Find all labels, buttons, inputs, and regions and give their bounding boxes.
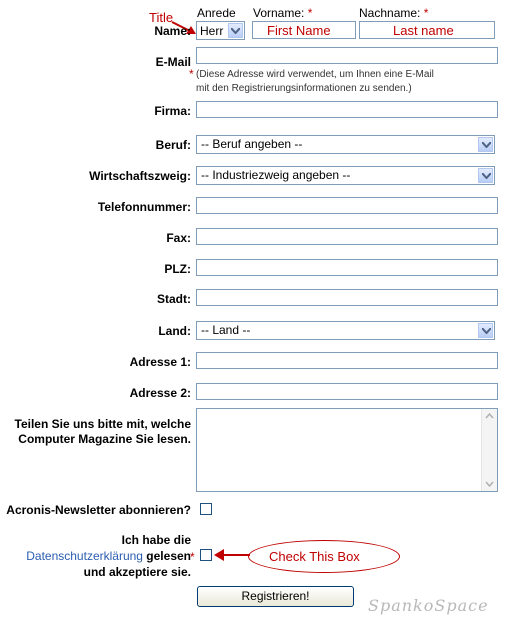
- annotation-check-box: Check This Box: [248, 540, 400, 573]
- stadt-label: Stadt:: [157, 292, 191, 306]
- register-button-label: Registrieren!: [241, 589, 310, 603]
- required-mark: *: [307, 6, 313, 20]
- newsletter-checkbox[interactable]: [200, 503, 212, 515]
- beruf-select[interactable]: -- Beruf angeben --: [196, 135, 495, 154]
- chevron-down-icon: [478, 137, 493, 152]
- adresse2-input[interactable]: [196, 383, 498, 400]
- beruf-select-value: -- Beruf angeben --: [201, 137, 303, 151]
- branche-select-value: -- Industriezweig angeben --: [201, 168, 351, 182]
- firstname-header-text: Vorname:: [253, 6, 305, 20]
- salutation-value: Herr: [200, 24, 224, 38]
- magazine-label-line2: Computer Magazine Sie lesen.: [18, 432, 191, 446]
- annotation-check-box-text: Check This Box: [269, 549, 360, 564]
- email-input[interactable]: [196, 47, 498, 64]
- annotation-first-name: First Name: [267, 23, 331, 38]
- salutation-select[interactable]: Herr: [196, 21, 245, 40]
- required-mark: *: [423, 6, 429, 20]
- telefon-label: Telefonnummer:: [97, 200, 191, 214]
- land-select-value: -- Land --: [201, 323, 251, 337]
- scroll-up-icon[interactable]: [482, 409, 497, 423]
- telefon-input[interactable]: [196, 197, 498, 214]
- lastname-header-text: Nachname:: [359, 6, 421, 20]
- land-select[interactable]: -- Land --: [196, 321, 495, 340]
- email-hint-line2: mit den Registrierungsinformationen zu s…: [196, 83, 412, 94]
- newsletter-label: Acronis-Newsletter abonnieren?: [6, 503, 191, 517]
- scroll-down-icon[interactable]: [482, 477, 497, 491]
- fax-label: Fax:: [166, 231, 191, 245]
- beruf-label: Beruf:: [155, 138, 191, 152]
- watermark: SpankoSpace: [368, 596, 489, 615]
- email-hint-line1: (Diese Adresse wird verwendet, um Ihnen …: [196, 69, 434, 80]
- privacy-line3: und akzeptiere sie.: [83, 565, 191, 579]
- privacy-required-mark: *: [190, 550, 195, 564]
- annotation-last-name: Last name: [393, 23, 454, 38]
- salutation-header: Anrede: [197, 6, 236, 20]
- plz-label: PLZ:: [164, 262, 191, 276]
- chevron-down-icon: [478, 168, 493, 183]
- privacy-policy-link[interactable]: Datenschutzerklärung: [26, 549, 143, 563]
- stadt-input[interactable]: [196, 289, 498, 306]
- chevron-down-icon: [228, 23, 243, 38]
- privacy-line2: Datenschutzerklärung gelesen: [26, 549, 191, 563]
- privacy-checkbox[interactable]: [200, 549, 212, 561]
- annotation-arrow-checkbox: [214, 549, 250, 561]
- privacy-line2-rest: gelesen: [142, 549, 191, 563]
- email-label: E-Mail: [155, 55, 191, 69]
- textarea-scrollbar[interactable]: [481, 409, 497, 491]
- firma-input[interactable]: [196, 101, 498, 118]
- fax-input[interactable]: [196, 228, 498, 245]
- name-label: Name:: [154, 24, 191, 38]
- firma-label: Firma:: [154, 104, 191, 118]
- plz-input[interactable]: [196, 259, 498, 276]
- adresse1-label: Adresse 1:: [129, 355, 191, 369]
- lastname-header: Nachname: *: [359, 6, 428, 20]
- email-required-mark: *: [189, 67, 194, 81]
- adresse2-label: Adresse 2:: [129, 386, 191, 400]
- branche-select[interactable]: -- Industriezweig angeben --: [196, 166, 495, 185]
- magazine-textarea[interactable]: [196, 408, 498, 492]
- chevron-down-icon: [478, 323, 493, 338]
- land-label: Land:: [158, 324, 191, 338]
- lastname-input[interactable]: Last name: [359, 21, 495, 39]
- magazine-label-line1: Teilen Sie uns bitte mit, welche: [14, 417, 191, 431]
- firstname-input[interactable]: First Name: [252, 21, 356, 39]
- adresse1-input[interactable]: [196, 352, 498, 369]
- register-button[interactable]: Registrieren!: [197, 586, 354, 607]
- privacy-line1: Ich habe die: [121, 533, 191, 547]
- firstname-header: Vorname: *: [253, 6, 312, 20]
- branche-label: Wirtschaftszweig:: [89, 169, 191, 183]
